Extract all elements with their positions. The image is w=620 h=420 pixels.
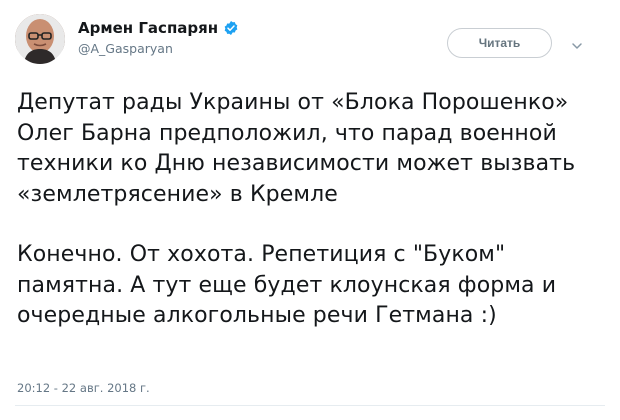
tweet-timestamp[interactable]: 20:12 - 22 авг. 2018 г. (17, 381, 150, 395)
author-name[interactable]: Армен Гаспарян (78, 19, 239, 37)
avatar[interactable] (15, 14, 65, 64)
author-name-text[interactable]: Армен Гаспарян (78, 19, 218, 37)
divider (15, 405, 605, 406)
chevron-down-icon[interactable] (571, 37, 583, 49)
tweet-paragraph: Депутат рады Украины от «Блока Порошенко… (17, 90, 576, 207)
follow-button[interactable]: Читать (447, 28, 552, 58)
verified-badge-icon (223, 20, 239, 36)
author-handle[interactable]: @A_Gasparyan (78, 41, 173, 56)
tweet-card: Армен Гаспарян @A_Gasparyan Читать Депут… (0, 0, 620, 420)
tweet-paragraph: Конечно. От хохота. Репетиция с "Буком" … (17, 242, 557, 328)
tweet-text: Депутат рады Украины от «Блока Порошенко… (17, 88, 607, 332)
